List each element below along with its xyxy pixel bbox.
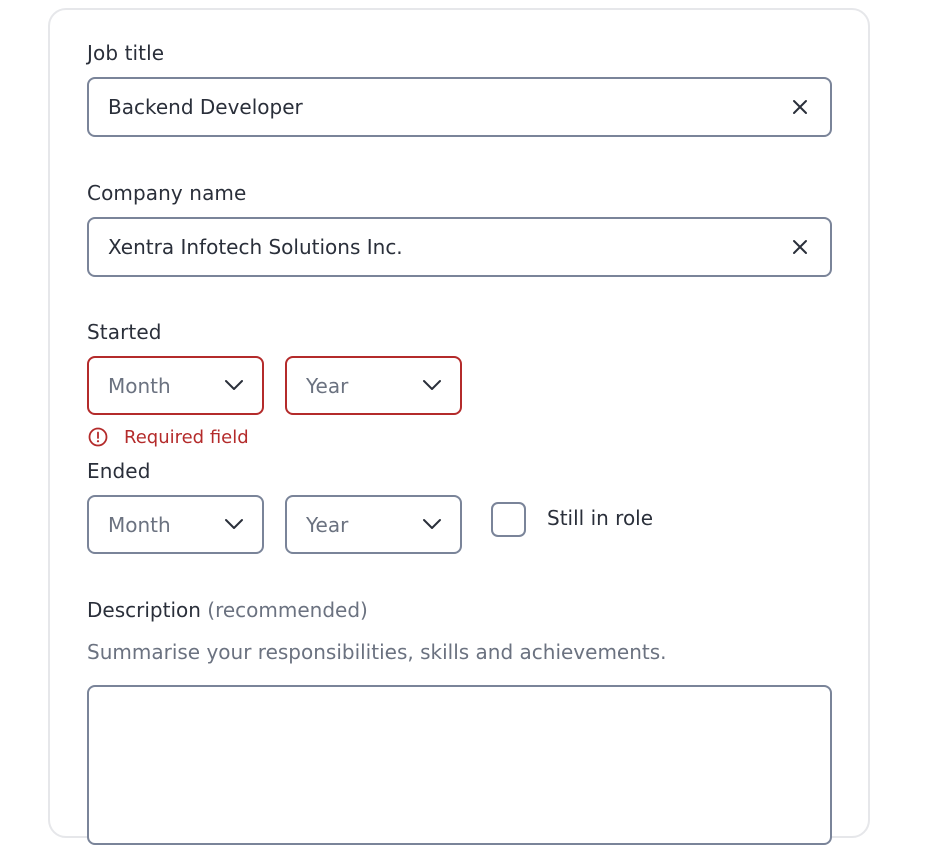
ended-month-select[interactable]: Month [87,495,264,554]
description-label-suffix: (recommended) [207,598,368,622]
started-error-text: Required field [124,426,249,448]
alert-circle-icon [87,426,109,448]
started-label: Started [87,320,162,344]
chevron-down-icon [224,515,244,534]
ended-month-placeholder: Month [108,512,171,537]
description-textarea[interactable] [87,685,832,845]
company-name-label: Company name [87,181,247,205]
job-title-label: Job title [87,41,165,65]
still-in-role-checkbox[interactable] [491,502,526,537]
close-icon[interactable] [770,219,830,275]
close-icon[interactable] [770,79,830,135]
started-year-placeholder: Year [306,373,349,398]
chevron-down-icon [224,376,244,395]
job-title-input[interactable]: Backend Developer [87,77,832,137]
still-in-role-label[interactable]: Still in role [547,506,653,530]
ended-year-placeholder: Year [306,512,349,537]
company-name-input[interactable]: Xentra Infotech Solutions Inc. [87,217,832,277]
chevron-down-icon [422,515,442,534]
description-helper-text: Summarise your responsibilities, skills … [87,640,667,664]
still-in-role-row[interactable]: Still in role [491,502,653,537]
ended-year-select[interactable]: Year [285,495,462,554]
job-title-value[interactable]: Backend Developer [89,95,770,119]
started-error-message: Required field [87,426,249,448]
started-year-select[interactable]: Year [285,356,462,415]
description-label: Description (recommended) [87,598,368,622]
description-label-text: Description [87,598,201,622]
company-name-value[interactable]: Xentra Infotech Solutions Inc. [89,235,770,259]
started-month-select[interactable]: Month [87,356,264,415]
chevron-down-icon [422,376,442,395]
started-month-placeholder: Month [108,373,171,398]
ended-label: Ended [87,459,151,483]
